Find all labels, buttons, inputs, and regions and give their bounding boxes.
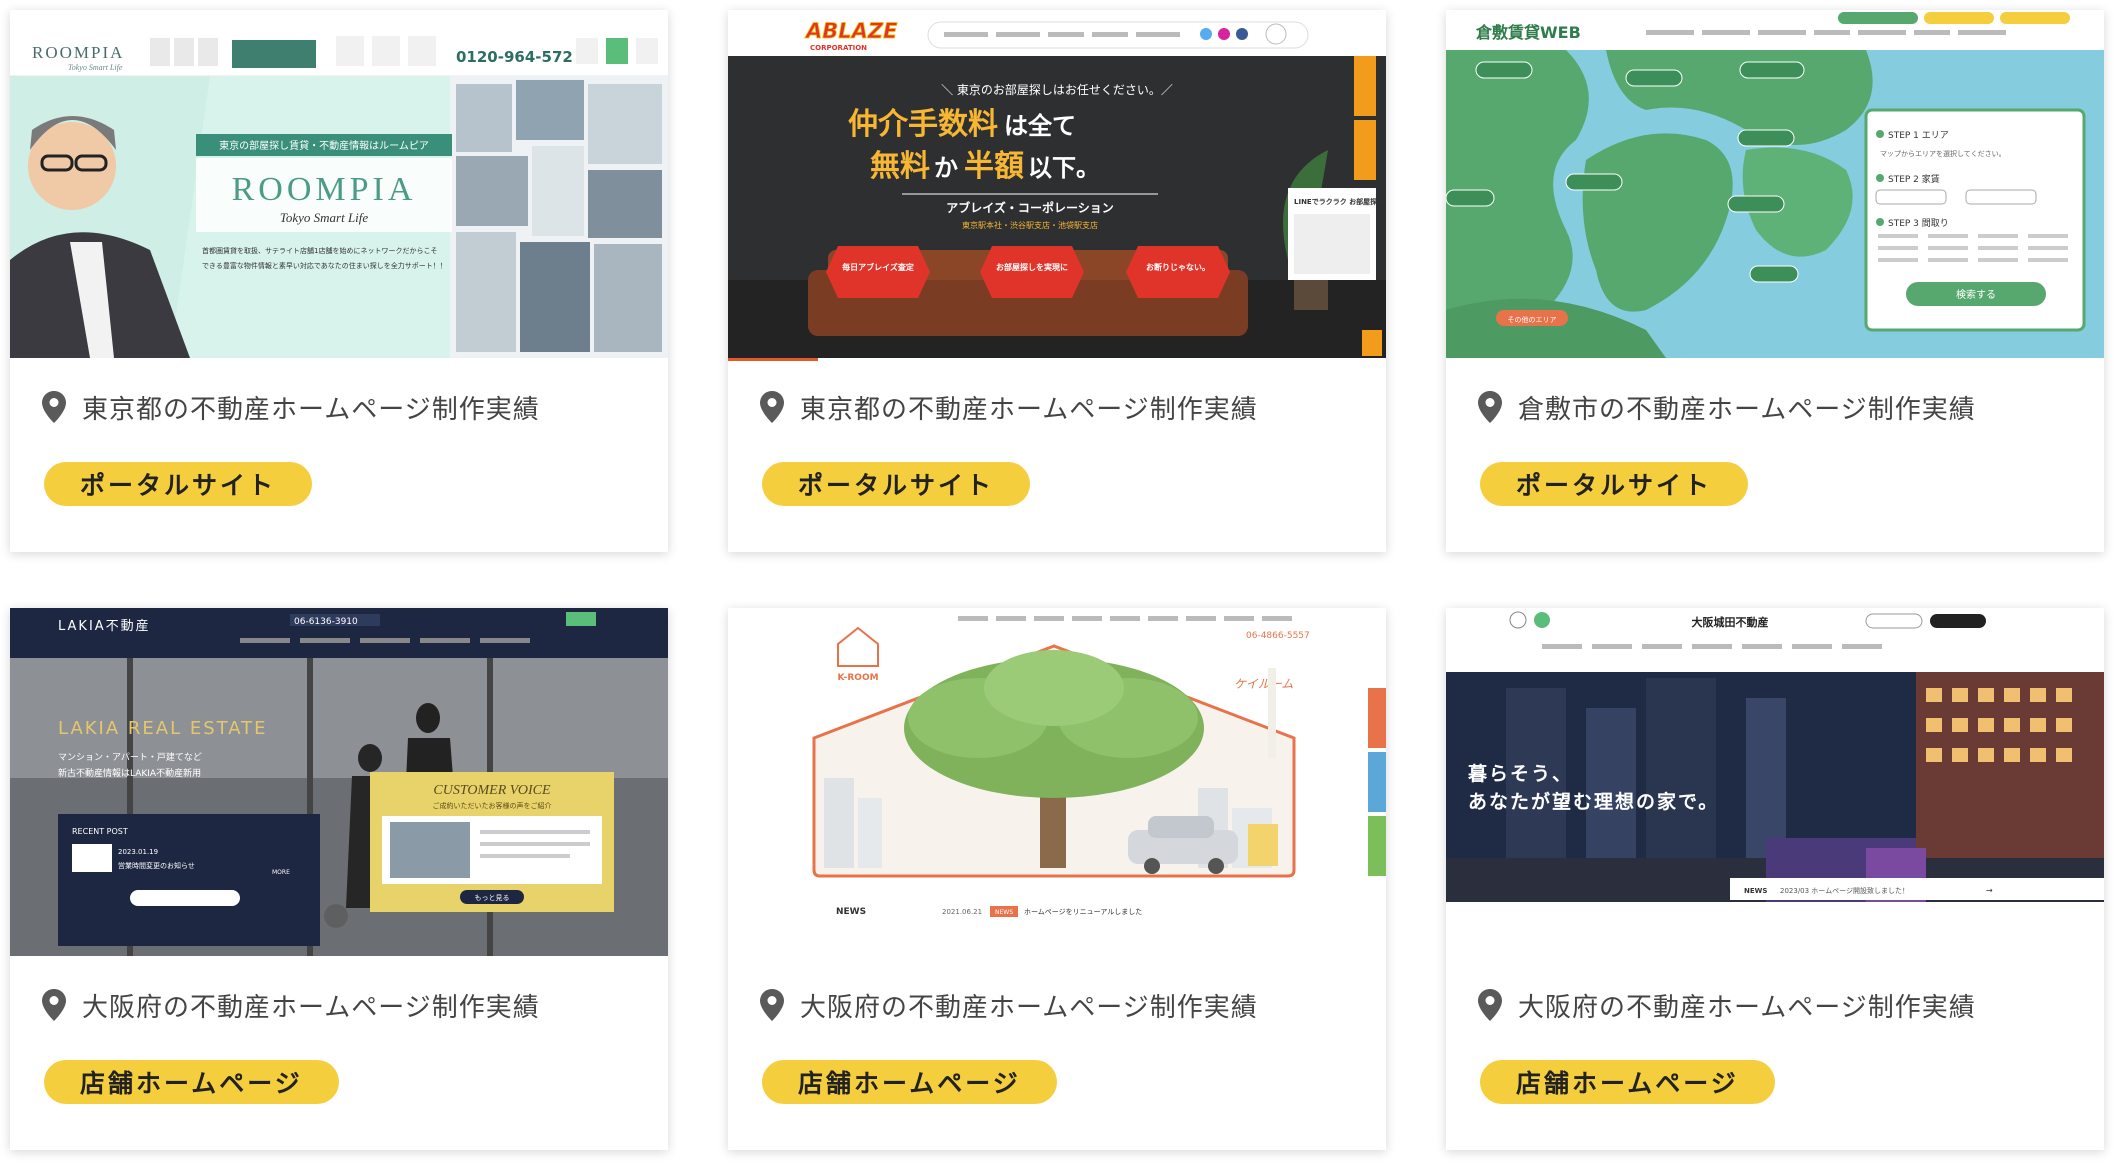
svg-text:マンション・アパート・戸建てなど: マンション・アパート・戸建てなど [58,751,202,763]
lakia-logo: LAKIA不動産 [58,618,151,634]
ablaze-headline-1: 仲介手数料 [848,107,998,142]
location-label: 大阪府の不動産ホームページ制作実績 [760,980,1258,1030]
svg-text:東京駅本社・渋谷駅支店・池袋駅支店: 東京駅本社・渋谷駅支店・池袋駅支店 [962,220,1098,230]
svg-text:営業時間変更のお知らせ: 営業時間変更のお知らせ [118,861,195,870]
svg-text:もっと見る: もっと見る [475,894,510,902]
svg-text:STEP 1 エリア: STEP 1 エリア [1888,131,1949,141]
svg-text:お断りじゃない。: お断りじゃない。 [1146,262,1210,272]
svg-text:LINEでラクラク お部屋探し!: LINEでラクラク お部屋探し! [1294,197,1386,206]
kurashiki-logo: 倉敷賃貸WEB [1475,23,1581,42]
svg-text:ご成約いただいたお客様の声をご紹介: ご成約いただいたお客様の声をご紹介 [433,801,552,810]
svg-text:検索する: 検索する [1956,288,1996,301]
svg-text:できる豊富な物件情報と素早い対応であなたの住まい探しを全力サ: できる豊富な物件情報と素早い対応であなたの住まい探しを全力サポート！！ [202,261,447,270]
map-pin-icon [42,989,66,1021]
category-tag[interactable]: 店舗ホームページ [44,1060,339,1104]
website-screenshot-lakia[interactable]: LAKIA不動産 06-6136-3910 LAKIA REAL ESTATE … [10,608,668,956]
svg-text:半額: 半額 [964,149,1024,184]
location-text: 大阪府の不動産ホームページ制作実績 [800,992,1258,1023]
svg-text:NEWS: NEWS [836,907,866,917]
svg-text:首都圏賃貸を取扱、サテライト店舗1店舗を始めにネットワークだ: 首都圏賃貸を取扱、サテライト店舗1店舗を始めにネットワークだからこそ [202,246,437,255]
svg-text:＼ 東京のお部屋探しはお任せください。／: ＼ 東京のお部屋探しはお任せください。／ [941,82,1173,97]
portfolio-card-2[interactable]: ABLAZE CORPORATION ＼ 東京のお部屋探しはお任せください。／ [728,10,1386,552]
category-tag[interactable]: 店舗ホームページ [762,1060,1057,1104]
location-text: 東京都の不動産ホームページ制作実績 [82,394,540,425]
website-screenshot-osaka[interactable]: 大阪城田不動産 暮らそう、 あなたが望む理想の家で。 NEWS 2023/03 … [1446,608,2104,956]
map-pin-icon [760,989,784,1021]
svg-text:は全て: は全て [1004,112,1076,140]
lakia-hero-title: LAKIA REAL ESTATE [58,718,268,739]
location-label: 大阪府の不動産ホームページ制作実績 [42,980,540,1030]
svg-text:CUSTOMER VOICE: CUSTOMER VOICE [433,783,551,798]
location-text: 大阪府の不動産ホームページ制作実績 [82,992,540,1023]
location-label: 東京都の不動産ホームページ制作実績 [760,382,1258,432]
svg-text:2023.01.19: 2023.01.19 [118,848,158,856]
k-room-logo: K-ROOM [837,673,878,683]
location-label: 倉敷市の不動産ホームページ制作実績 [1478,382,1976,432]
osaka-logo: 大阪城田不動産 [1692,615,1769,629]
svg-text:ホームページをリニューアルしました: ホームページをリニューアルしました [1024,908,1142,916]
svg-text:0120-964-572: 0120-964-572 [456,48,573,66]
svg-text:CORPORATION: CORPORATION [810,44,867,52]
svg-text:NEWS: NEWS [995,909,1013,916]
location-label: 大阪府の不動産ホームページ制作実績 [1478,980,1976,1030]
location-text: 倉敷市の不動産ホームページ制作実績 [1518,394,1976,425]
map-pin-icon [1478,391,1502,423]
svg-text:ケイルーム: ケイルーム [1234,677,1293,691]
website-screenshot-ablaze[interactable]: ABLAZE CORPORATION ＼ 東京のお部屋探しはお任せください。／ [728,10,1386,358]
location-text: 東京都の不動産ホームページ制作実績 [800,394,1258,425]
svg-text:NEWS: NEWS [1744,887,1767,895]
portfolio-card-6[interactable]: 大阪城田不動産 暮らそう、 あなたが望む理想の家で。 NEWS 2023/03 … [1446,608,2104,1150]
roompia-logo: ROOMPIA [32,43,124,62]
svg-text:STEP 3 間取り: STEP 3 間取り [1888,218,1949,229]
map-pin-icon [1478,989,1502,1021]
svg-text:Tokyo Smart Life: Tokyo Smart Life [280,210,369,225]
arrow-right-icon: → [1986,886,1993,895]
category-tag[interactable]: ポータルサイト [44,462,313,506]
website-screenshot-kurashiki[interactable]: 倉敷賃貸WEB その他のエリア STEP 1 エリア マップからエリアを選択して… [1446,10,2104,358]
progress-bar [728,358,818,361]
location-text: 大阪府の不動産ホームページ制作実績 [1518,992,1976,1023]
svg-text:毎日アブレイズ査定: 毎日アブレイズ査定 [842,262,914,272]
category-tag[interactable]: 店舗ホームページ [1480,1060,1775,1104]
ablaze-logo: ABLAZE [804,19,898,43]
svg-text:マップからエリアを選択してください。: マップからエリアを選択してください。 [1880,149,2006,158]
osaka-hero-line-2: あなたが望む理想の家で。 [1468,790,1719,813]
map-pin-icon [42,391,66,423]
portfolio-card-3[interactable]: 倉敷賃貸WEB その他のエリア STEP 1 エリア マップからエリアを選択して… [1446,10,2104,552]
portfolio-card-4[interactable]: LAKIA不動産 06-6136-3910 LAKIA REAL ESTATE … [10,608,668,1150]
portfolio-card-1[interactable]: ROOMPIA Tokyo Smart Life 0120-964-572 東京… [10,10,668,552]
website-screenshot-roompia[interactable]: ROOMPIA Tokyo Smart Life 0120-964-572 東京… [10,10,668,358]
roompia-hero-title: ROOMPIA [232,171,417,208]
svg-text:06-4866-5557: 06-4866-5557 [1246,631,1310,641]
osaka-hero-line-1: 暮らそう、 [1467,763,1573,785]
svg-text:無料: 無料 [870,149,930,184]
location-label: 東京都の不動産ホームページ制作実績 [42,382,540,432]
category-tag[interactable]: ポータルサイト [1480,462,1749,506]
svg-text:東京の部屋探し賃貸・不動産情報はルームピア: 東京の部屋探し賃貸・不動産情報はルームピア [219,139,429,152]
svg-text:お部屋探しを実現に: お部屋探しを実現に [996,262,1068,272]
svg-text:その他のエリア: その他のエリア [1508,315,1557,324]
svg-text:MORE: MORE [272,869,290,876]
svg-text:06-6136-3910: 06-6136-3910 [294,617,358,627]
category-tag[interactable]: ポータルサイト [762,462,1031,506]
svg-text:Tokyo Smart Life: Tokyo Smart Life [68,63,123,72]
website-screenshot-k-room[interactable]: 06-4866-5557 K-ROOM ケイルーム NEWS 2021.06.2… [728,608,1386,956]
svg-text:以下。: 以下。 [1028,154,1100,182]
svg-text:STEP 2 家賃: STEP 2 家賃 [1888,173,1940,185]
svg-text:新古不動産情報はLAKIA不動産新用: 新古不動産情報はLAKIA不動産新用 [58,767,201,779]
map-pin-icon [760,391,784,423]
svg-text:か: か [934,154,958,182]
svg-text:2023/03 ホームページ開設致しました！: 2023/03 ホームページ開設致しました！ [1780,886,1909,895]
portfolio-card-5[interactable]: 06-4866-5557 K-ROOM ケイルーム NEWS 2021.06.2… [728,608,1386,1150]
svg-text:RECENT POST: RECENT POST [72,827,128,836]
svg-text:アブレイズ・コーポレーション: アブレイズ・コーポレーション [946,200,1113,215]
svg-text:2021.06.21: 2021.06.21 [942,908,982,916]
